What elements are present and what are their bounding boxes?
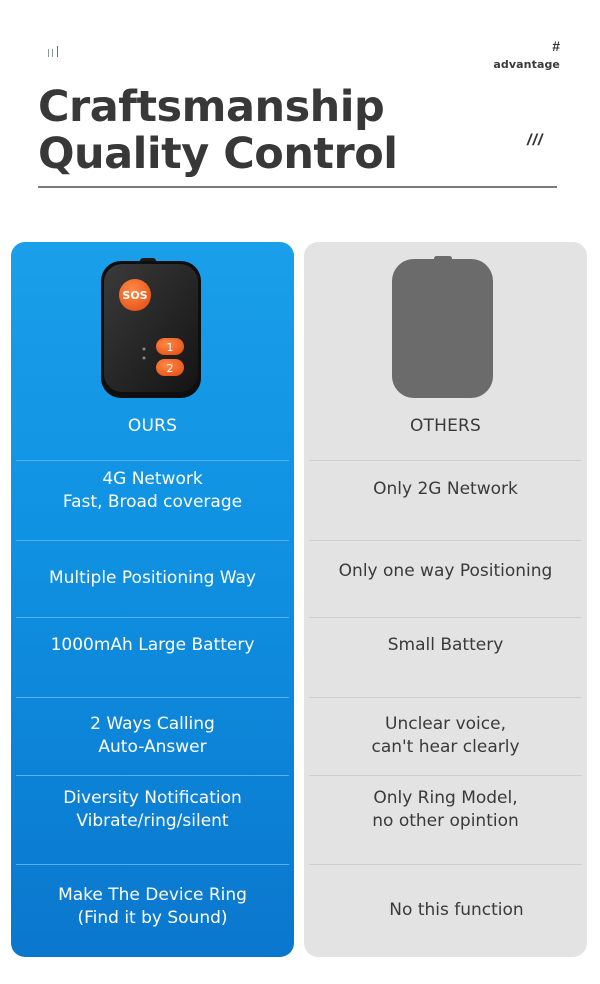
ours-feature-row: Multiple Positioning Way <box>11 540 294 617</box>
others-feature-list: Only 2G Network Only one way Positioning… <box>304 460 587 957</box>
ours-feature-list: 4G Network Fast, Broad coverage Multiple… <box>11 460 294 957</box>
others-column-header: OTHERS <box>409 416 482 436</box>
title-line-1: Craftsmanship <box>38 82 385 132</box>
ours-feature-row: Diversity Notification Vibrate/ring/sile… <box>11 775 294 864</box>
title-underline <box>38 186 557 188</box>
gps-tracker-device-icon: SOS 1 2 <box>101 258 201 398</box>
slashes-decoration: /// <box>527 132 544 149</box>
svg-text:2: 2 <box>167 362 174 375</box>
others-feature-row: Unclear voice, can't hear clearly <box>304 697 587 775</box>
ours-feature-row: Make The Device Ring (Find it by Sound) <box>11 864 294 957</box>
section-tag: advantage <box>493 58 560 71</box>
page-title: Craftsmanship Quality Control <box>38 82 398 179</box>
generic-device-silhouette-icon <box>392 256 493 398</box>
others-feature-row: Only 2G Network <box>304 460 587 540</box>
ours-feature-row: 4G Network Fast, Broad coverage <box>11 460 294 540</box>
others-feature-row: Small Battery <box>304 617 587 697</box>
svg-text:SOS: SOS <box>122 289 147 302</box>
ours-column-header: OURS <box>127 416 178 436</box>
ours-panel: SOS 1 2 OURS 4G Network Fast, Broad cove… <box>11 242 294 957</box>
hash-symbol: # <box>552 38 560 54</box>
others-feature-row: No this function <box>304 864 587 957</box>
decorative-bars-icon <box>48 45 62 57</box>
title-line-2: Quality Control <box>38 129 398 179</box>
svg-text:1: 1 <box>167 341 174 354</box>
others-feature-row: Only Ring Model, no other opintion <box>304 775 587 864</box>
others-feature-row: Only one way Positioning <box>304 540 587 617</box>
ours-feature-row: 1000mAh Large Battery <box>11 617 294 697</box>
ours-feature-row: 2 Ways Calling Auto-Answer <box>11 697 294 775</box>
others-panel: OTHERS Only 2G Network Only one way Posi… <box>304 242 587 957</box>
